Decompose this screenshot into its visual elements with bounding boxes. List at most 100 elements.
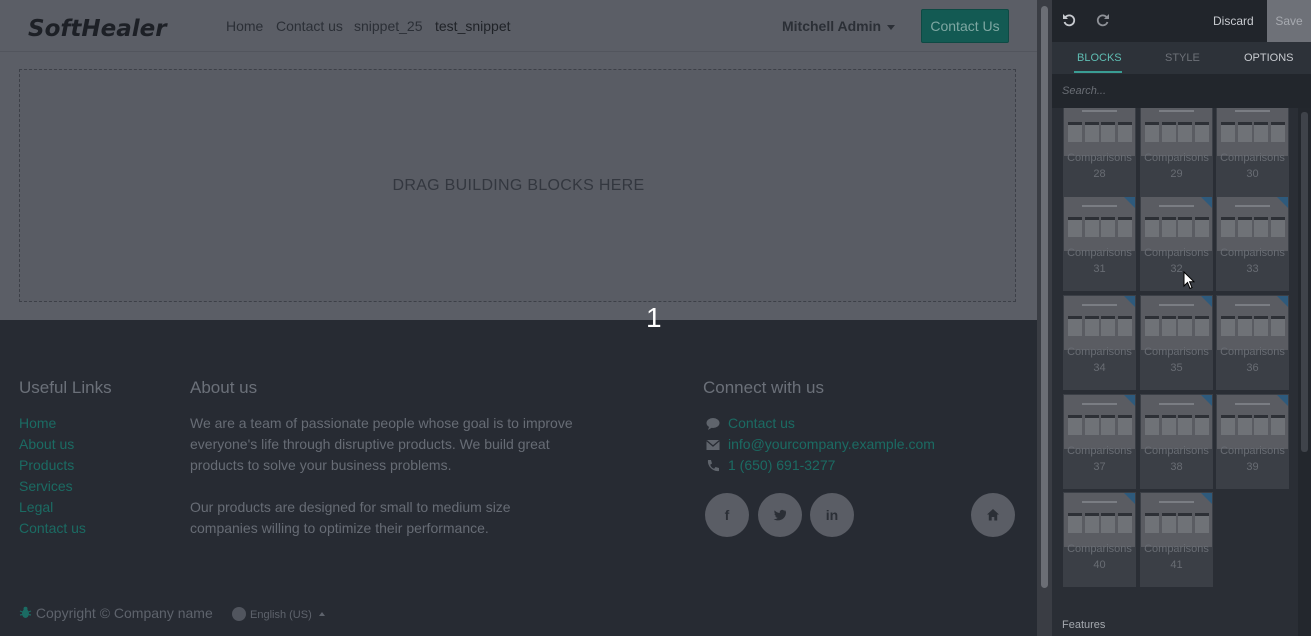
- connect-email[interactable]: info@yourcompany.example.com: [728, 436, 935, 452]
- footer-link-legal[interactable]: Legal: [19, 499, 53, 515]
- user-name: Mitchell Admin: [782, 18, 882, 34]
- softhealer-badge-icon: [1201, 197, 1212, 208]
- copyright: Copyright © Company name: [19, 605, 213, 621]
- thumb-heading-line: [1235, 205, 1270, 207]
- nav-contact-us[interactable]: Contact us: [276, 18, 343, 34]
- footer-link-products[interactable]: Products: [19, 457, 74, 473]
- drop-zone[interactable]: DRAG BUILDING BLOCKS HERE: [19, 69, 1016, 302]
- block-comparisons-item[interactable]: Comparisons 32: [1140, 196, 1213, 291]
- block-thumbnail: [1064, 493, 1135, 547]
- footer-link-about[interactable]: About us: [19, 436, 74, 452]
- block-comparisons-item[interactable]: Comparisons 34: [1063, 295, 1136, 390]
- panel-scrollbar-thumb[interactable]: [1301, 112, 1308, 452]
- block-thumbnail: [1217, 395, 1288, 449]
- block-comparisons-item[interactable]: Comparisons 37: [1063, 394, 1136, 489]
- block-label: Comparisons 29: [1144, 152, 1209, 180]
- nav-snippet-25[interactable]: snippet_25: [354, 18, 423, 34]
- block-comparisons-item[interactable]: Comparisons 41: [1140, 492, 1213, 587]
- nav-test-snippet[interactable]: test_snippet: [435, 18, 511, 34]
- block-thumbnail: [1064, 108, 1135, 156]
- block-thumbnail: [1064, 296, 1135, 350]
- footer-link-services[interactable]: Services: [19, 478, 73, 494]
- thumb-card: [1178, 316, 1192, 336]
- block-comparisons-item[interactable]: Comparisons 30: [1216, 108, 1289, 196]
- block-comparisons-item[interactable]: Comparisons 29: [1140, 108, 1213, 196]
- thumb-heading-line: [1082, 110, 1117, 112]
- softhealer-logo[interactable]: SoftHealer: [28, 12, 198, 42]
- nav-home[interactable]: Home: [226, 18, 263, 34]
- home-icon[interactable]: [971, 493, 1015, 537]
- block-comparisons-item[interactable]: Comparisons 35: [1140, 295, 1213, 390]
- mouse-cursor-icon: [1183, 271, 1195, 290]
- thumb-card: [1068, 217, 1082, 237]
- thumb-card: [1237, 316, 1252, 336]
- thumb-card: [1068, 415, 1082, 435]
- redo-icon[interactable]: [1095, 12, 1111, 28]
- block-comparisons-item[interactable]: Comparisons 39: [1216, 394, 1289, 489]
- thumb-heading-line: [1082, 403, 1117, 405]
- block-comparisons-item[interactable]: Comparisons 36: [1216, 295, 1289, 390]
- thumb-card: [1270, 122, 1285, 142]
- thumb-card: [1101, 513, 1115, 533]
- thumb-card: [1145, 513, 1159, 533]
- thumb-card: [1221, 122, 1235, 142]
- thumb-card: [1101, 217, 1115, 237]
- thumb-card: [1068, 316, 1082, 336]
- discard-button[interactable]: Discard: [1213, 14, 1254, 28]
- thumb-card: [1101, 415, 1115, 435]
- tab-style[interactable]: STYLE: [1165, 52, 1200, 64]
- user-menu[interactable]: Mitchell Admin: [782, 18, 896, 34]
- facebook-icon[interactable]: f: [705, 493, 749, 537]
- editor-toolbar: Discard Save: [1052, 0, 1311, 42]
- softhealer-badge-icon: [1124, 197, 1135, 208]
- softhealer-badge-icon: [1277, 395, 1288, 406]
- thumb-card: [1270, 415, 1285, 435]
- site-scrollbar[interactable]: [1037, 0, 1052, 636]
- block-comparisons-item[interactable]: Comparisons 40: [1063, 492, 1136, 587]
- about-heading: About us: [190, 378, 258, 397]
- site-scrollbar-thumb[interactable]: [1041, 6, 1048, 588]
- undo-icon[interactable]: [1061, 12, 1077, 28]
- blocks-search-input[interactable]: [1052, 74, 1311, 108]
- thumb-card: [1194, 316, 1209, 336]
- panel-scrollbar[interactable]: [1298, 108, 1311, 636]
- thumb-card: [1117, 122, 1132, 142]
- contact-us-button[interactable]: Contact Us: [921, 9, 1009, 43]
- block-thumbnail: [1217, 197, 1288, 251]
- thumb-heading-line: [1159, 110, 1194, 112]
- language-selector[interactable]: English (US): [232, 607, 325, 621]
- website-canvas: SoftHealer Home Contact us snippet_25 te…: [0, 0, 1037, 636]
- tab-options[interactable]: OPTIONS: [1244, 52, 1294, 64]
- bug-icon: [19, 606, 32, 618]
- block-label: Comparisons 34: [1067, 346, 1132, 374]
- footer-link-home[interactable]: Home: [19, 415, 56, 431]
- linkedin-icon[interactable]: in: [810, 493, 854, 537]
- thumb-card: [1117, 217, 1132, 237]
- softhealer-badge-icon: [1277, 296, 1288, 307]
- block-comparisons-item[interactable]: Comparisons 33: [1216, 196, 1289, 291]
- copyright-text: Copyright © Company name: [35, 605, 213, 621]
- block-comparisons-item[interactable]: Comparisons 31: [1063, 196, 1136, 291]
- connect-heading: Connect with us: [703, 378, 824, 397]
- block-comparisons-item[interactable]: Comparisons 38: [1140, 394, 1213, 489]
- tab-blocks[interactable]: BLOCKS: [1077, 52, 1122, 64]
- editor-tabs: BLOCKS STYLE OPTIONS: [1052, 42, 1311, 74]
- twitter-icon[interactable]: [758, 493, 802, 537]
- thumb-card: [1068, 513, 1082, 533]
- useful-links-heading: Useful Links: [19, 378, 112, 397]
- footer-link-contact[interactable]: Contact us: [19, 520, 86, 536]
- thumb-heading-line: [1159, 205, 1194, 207]
- thumb-heading-line: [1235, 110, 1270, 112]
- language-label: English (US): [250, 609, 312, 621]
- save-button[interactable]: Save: [1267, 0, 1311, 42]
- footer: Useful Links Home About us Products Serv…: [0, 320, 1037, 636]
- connect-phone[interactable]: 1 (650) 691-3277: [728, 457, 835, 473]
- block-comparisons-item[interactable]: Comparisons 28: [1063, 108, 1136, 196]
- connect-contact-link[interactable]: Contact us: [728, 415, 795, 431]
- block-label: Comparisons 37: [1067, 445, 1132, 473]
- block-label: Comparisons 30: [1220, 152, 1285, 180]
- block-label: Comparisons 40: [1067, 543, 1132, 571]
- thumb-card: [1221, 415, 1235, 435]
- thumb-card: [1101, 122, 1115, 142]
- thumb-card: [1084, 217, 1099, 237]
